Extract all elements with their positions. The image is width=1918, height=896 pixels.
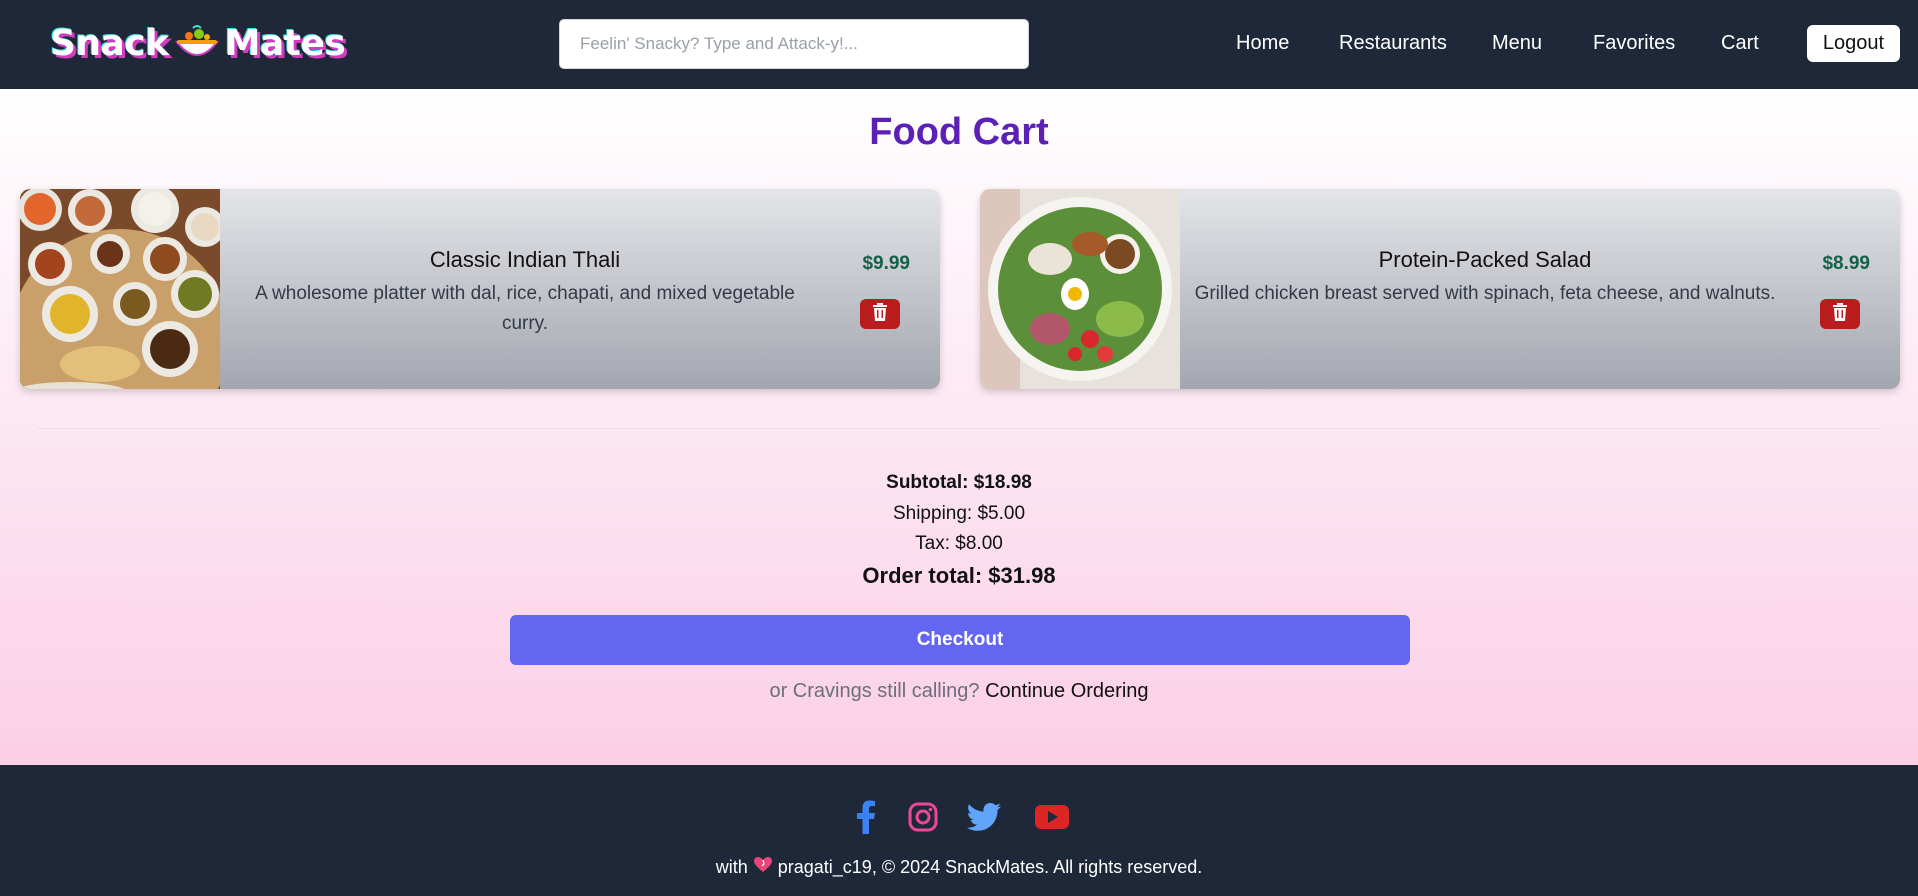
search-input[interactable] bbox=[559, 19, 1029, 69]
logo-text-snack: Snack bbox=[50, 22, 169, 64]
thali-photo bbox=[20, 189, 230, 389]
item-description: Grilled chicken breast served with spina… bbox=[1194, 283, 1776, 304]
item-price: $9.99 bbox=[862, 253, 910, 274]
checkout-button[interactable]: Checkout bbox=[510, 615, 1410, 665]
nav-cart[interactable]: Cart bbox=[1721, 32, 1759, 55]
trash-icon bbox=[1832, 303, 1848, 325]
footer-credit: pragati_c19, © 2024 SnackMates. All righ… bbox=[777, 857, 1203, 877]
order-total: Order total: $31.98 bbox=[862, 563, 1056, 588]
remove-item-button[interactable] bbox=[860, 299, 900, 329]
twitter-icon[interactable] bbox=[966, 799, 1002, 835]
divider bbox=[36, 428, 1882, 429]
tax: Tax: $8.00 bbox=[915, 533, 1003, 554]
shipping-cost: Shipping: $5.00 bbox=[892, 503, 1026, 524]
nav-menu[interactable]: Menu bbox=[1492, 32, 1542, 55]
item-description: A wholesome platter with dal, rice, chap… bbox=[255, 283, 795, 334]
snackmates-logo[interactable]: Snack Mates bbox=[50, 20, 346, 66]
logo-text-mates: Mates bbox=[224, 22, 346, 64]
copyright-text: with pragati_c19, © 2024 SnackMates. All … bbox=[0, 857, 1918, 878]
footer-with: with bbox=[715, 857, 748, 877]
continue-prefix: or Cravings still calling? bbox=[769, 680, 980, 702]
youtube-icon[interactable] bbox=[1034, 799, 1070, 835]
continue-ordering-link[interactable]: Continue Ordering bbox=[985, 680, 1148, 702]
instagram-icon[interactable] bbox=[905, 799, 941, 835]
cart-item-details: Protein-Packed Salad Grilled chicken bre… bbox=[1190, 247, 1780, 309]
item-name: Protein-Packed Salad bbox=[1378, 247, 1592, 272]
facebook-icon[interactable] bbox=[848, 799, 884, 835]
remove-item-button[interactable] bbox=[1820, 299, 1860, 329]
cart-page: Food Cart Classic Indian Thali A wholeso… bbox=[0, 89, 1918, 765]
cart-item-card: Protein-Packed Salad Grilled chicken bre… bbox=[980, 189, 1900, 389]
nav-home[interactable]: Home bbox=[1236, 32, 1289, 55]
heart-icon bbox=[753, 857, 772, 878]
nav-restaurants[interactable]: Restaurants bbox=[1339, 32, 1447, 55]
trash-icon bbox=[872, 303, 888, 325]
continue-ordering-line: or Cravings still calling? Continue Orde… bbox=[0, 680, 1918, 703]
bowl-icon bbox=[173, 24, 221, 62]
logout-button[interactable]: Logout bbox=[1807, 25, 1900, 62]
cart-item-details: Classic Indian Thali A wholesome platter… bbox=[230, 247, 820, 339]
nav-favorites[interactable]: Favorites bbox=[1593, 32, 1675, 55]
cart-item-card: Classic Indian Thali A wholesome platter… bbox=[20, 189, 940, 389]
page-title: Food Cart bbox=[869, 111, 1049, 153]
footer: with pragati_c19, © 2024 SnackMates. All … bbox=[0, 765, 1918, 896]
item-name: Classic Indian Thali bbox=[429, 247, 621, 272]
top-navbar: Snack Mates Home Restaurants Menu Favori… bbox=[0, 0, 1918, 89]
salad-photo bbox=[980, 189, 1180, 389]
social-links bbox=[848, 799, 1070, 835]
subtotal: Subtotal: $18.98 bbox=[886, 472, 1032, 493]
item-price: $8.99 bbox=[1822, 253, 1870, 274]
